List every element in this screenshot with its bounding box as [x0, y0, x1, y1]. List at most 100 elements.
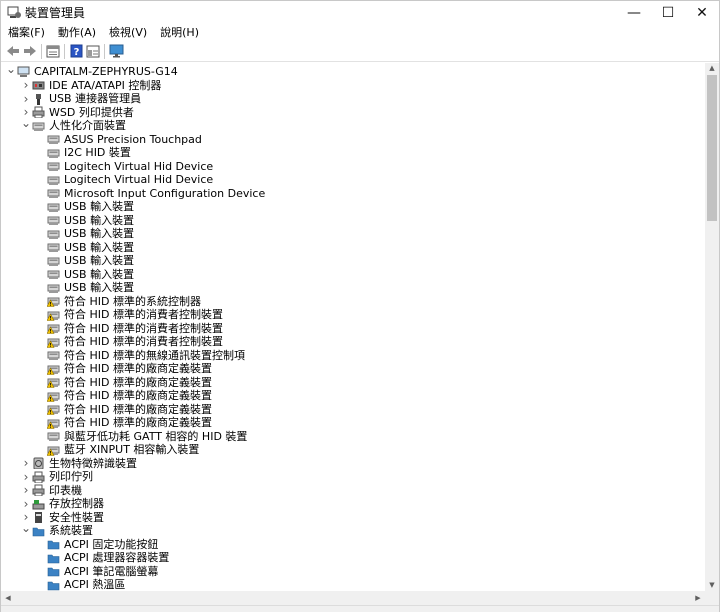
tree-device[interactable]: Logitech Virtual Hid Device [1, 160, 701, 174]
tree-item-label: 符合 HID 標準的廠商定義裝置 [64, 375, 212, 389]
tree-item-label: 存放控制器 [49, 497, 104, 510]
tree-device[interactable]: 符合 HID 標準的廠商定義裝置 [1, 376, 701, 390]
tree-device[interactable]: ACPI 處理器容器裝置 [1, 551, 701, 565]
tree-device[interactable]: 符合 HID 標準的廠商定義裝置 [1, 403, 701, 417]
chevron-right-icon[interactable]: › [21, 456, 31, 470]
tree-item-label: ASUS Precision Touchpad [64, 132, 202, 146]
menu-view[interactable]: 檢視(V) [102, 25, 153, 41]
scroll-up-arrow-icon[interactable]: ▲ [705, 64, 719, 72]
chevron-down-icon[interactable]: ⌄ [21, 521, 31, 535]
properties-button[interactable] [45, 43, 61, 59]
hid-icon [47, 149, 60, 158]
usb-connector-icon [36, 93, 41, 105]
tree-item-label: USB 輸入裝置 [64, 254, 135, 267]
tree-device[interactable]: Microsoft Input Configuration Device [1, 187, 701, 201]
vertical-scroll-thumb[interactable] [707, 75, 717, 221]
hid-warning-icon [47, 378, 60, 388]
tree-item-label: ACPI 處理器容器裝置 [64, 551, 170, 564]
tree-device[interactable]: I2C HID 裝置 [1, 146, 701, 160]
tree-device[interactable]: 符合 HID 標準的系統控制器 [1, 295, 701, 309]
chevron-right-icon[interactable]: › [21, 92, 31, 106]
tree-category[interactable]: › 列印佇列 [1, 470, 701, 484]
horizontal-scrollbar[interactable]: ◀ ▶ [1, 591, 705, 605]
tree-device[interactable]: ACPI 熱溫區 [1, 578, 701, 591]
system-folder-icon [47, 554, 60, 563]
view-button[interactable] [85, 43, 101, 59]
scroll-left-arrow-icon[interactable]: ◀ [1, 594, 15, 602]
tree-category[interactable]: › WSD 列印提供者 [1, 105, 701, 119]
svg-text:?: ? [73, 47, 79, 58]
scan-hardware-button[interactable] [108, 43, 124, 59]
system-folder-icon [47, 540, 60, 550]
tree-device[interactable]: USB 輸入裝置 [1, 241, 701, 255]
chevron-right-icon[interactable]: › [21, 483, 31, 497]
tree-item-label: USB 輸入裝置 [64, 281, 135, 294]
scrollbar-corner [705, 591, 719, 605]
tree-device[interactable]: ACPI 筆記電腦螢幕 [1, 565, 701, 579]
tree-device[interactable]: ASUS Precision Touchpad [1, 133, 701, 147]
device-manager-icon [7, 6, 21, 18]
tree-category[interactable]: › USB 連接器管理員 [1, 92, 701, 106]
menu-file[interactable]: 檔案(F) [1, 25, 51, 41]
minimize-button[interactable]: — [617, 1, 651, 25]
tree-device[interactable]: 符合 HID 標準的廠商定義裝置 [1, 362, 701, 376]
tree-category[interactable]: › 印表機 [1, 483, 701, 497]
tree-root[interactable]: ⌄ CAPITALM-ZEPHYRUS-G14 [1, 63, 701, 79]
back-button[interactable] [5, 43, 21, 59]
tree-item-label: ACPI 熱溫區 [64, 578, 126, 591]
tree-device[interactable]: 符合 HID 標準的消費者控制裝置 [1, 322, 701, 336]
tree-category[interactable]: ⌄ 系統裝置 [1, 521, 701, 538]
tree-device[interactable]: ACPI 固定功能按鈕 [1, 538, 701, 552]
tree-device[interactable]: 符合 HID 標準的廠商定義裝置 [1, 389, 701, 403]
tree-device[interactable]: USB 輸入裝置 [1, 254, 701, 268]
tree-device[interactable]: USB 輸入裝置 [1, 200, 701, 214]
tree-category[interactable]: › IDE ATA/ATAPI 控制器 [1, 78, 701, 92]
scroll-right-arrow-icon[interactable]: ▶ [691, 594, 705, 602]
tree-item-label: USB 輸入裝置 [64, 213, 135, 227]
tree-device[interactable]: 符合 HID 標準的無線通訊裝置控制項 [1, 349, 701, 363]
tree-device[interactable]: USB 輸入裝置 [1, 268, 701, 282]
tree-item-label: 符合 HID 標準的消費者控制裝置 [64, 321, 223, 335]
vertical-scrollbar[interactable]: ▲ ▼ [705, 63, 719, 591]
chevron-down-icon[interactable]: ⌄ [21, 116, 31, 130]
tree-device[interactable]: 與藍牙低功耗 GATT 相容的 HID 裝置 [1, 430, 701, 444]
tree-item-label: 符合 HID 標準的廠商定義裝置 [64, 362, 212, 375]
chevron-right-icon[interactable]: › [21, 497, 31, 511]
hid-icon [47, 270, 60, 279]
hid-warning-icon [47, 405, 60, 415]
maximize-button[interactable]: ☐ [651, 1, 685, 25]
tree-device[interactable]: USB 輸入裝置 [1, 214, 701, 228]
tree-item-label: USB 輸入裝置 [64, 200, 135, 213]
title-bar[interactable]: 裝置管理員 — ☐ ✕ [1, 1, 719, 25]
ide-controller-icon [32, 81, 45, 90]
tree-category[interactable]: › 安全性裝置 [1, 510, 701, 524]
tree-category[interactable]: › 生物特徵辨識裝置 [1, 456, 701, 470]
hid-icon [32, 122, 45, 131]
tree-item-label: 符合 HID 標準的消費者控制裝置 [64, 308, 223, 321]
tree-category[interactable]: › 存放控制器 [1, 497, 701, 511]
tree-device[interactable]: USB 輸入裝置 [1, 227, 701, 241]
chevron-right-icon[interactable]: › [21, 78, 31, 92]
tree-category[interactable]: ⌄ 人性化介面裝置 [1, 116, 701, 133]
scroll-down-arrow-icon[interactable]: ▼ [705, 581, 719, 589]
tree-item-label: WSD 列印提供者 [49, 105, 134, 119]
hid-icon [47, 203, 60, 212]
menu-action[interactable]: 動作(A) [51, 25, 102, 41]
forward-button[interactable] [22, 43, 38, 59]
tree-item-label: 符合 HID 標準的無線通訊裝置控制項 [64, 348, 245, 362]
tree-device[interactable]: USB 輸入裝置 [1, 281, 701, 295]
tree-device[interactable]: 符合 HID 標準的消費者控制裝置 [1, 335, 701, 349]
tree-device[interactable]: 符合 HID 標準的消費者控制裝置 [1, 308, 701, 322]
hid-icon [47, 216, 60, 225]
security-device-icon [35, 512, 42, 523]
chevron-down-icon[interactable]: ⌄ [6, 63, 16, 76]
tree-device[interactable]: 藍牙 XINPUT 相容輸入裝置 [1, 443, 701, 457]
close-button[interactable]: ✕ [685, 1, 719, 25]
tree-device[interactable]: Logitech Virtual Hid Device [1, 173, 701, 187]
hid-warning-icon [47, 419, 60, 429]
help-button[interactable]: ? [68, 43, 84, 59]
hid-warning-icon [47, 324, 60, 334]
chevron-right-icon[interactable]: › [21, 470, 31, 484]
menu-help[interactable]: 說明(H) [153, 25, 205, 41]
tree-device[interactable]: 符合 HID 標準的廠商定義裝置 [1, 416, 701, 430]
